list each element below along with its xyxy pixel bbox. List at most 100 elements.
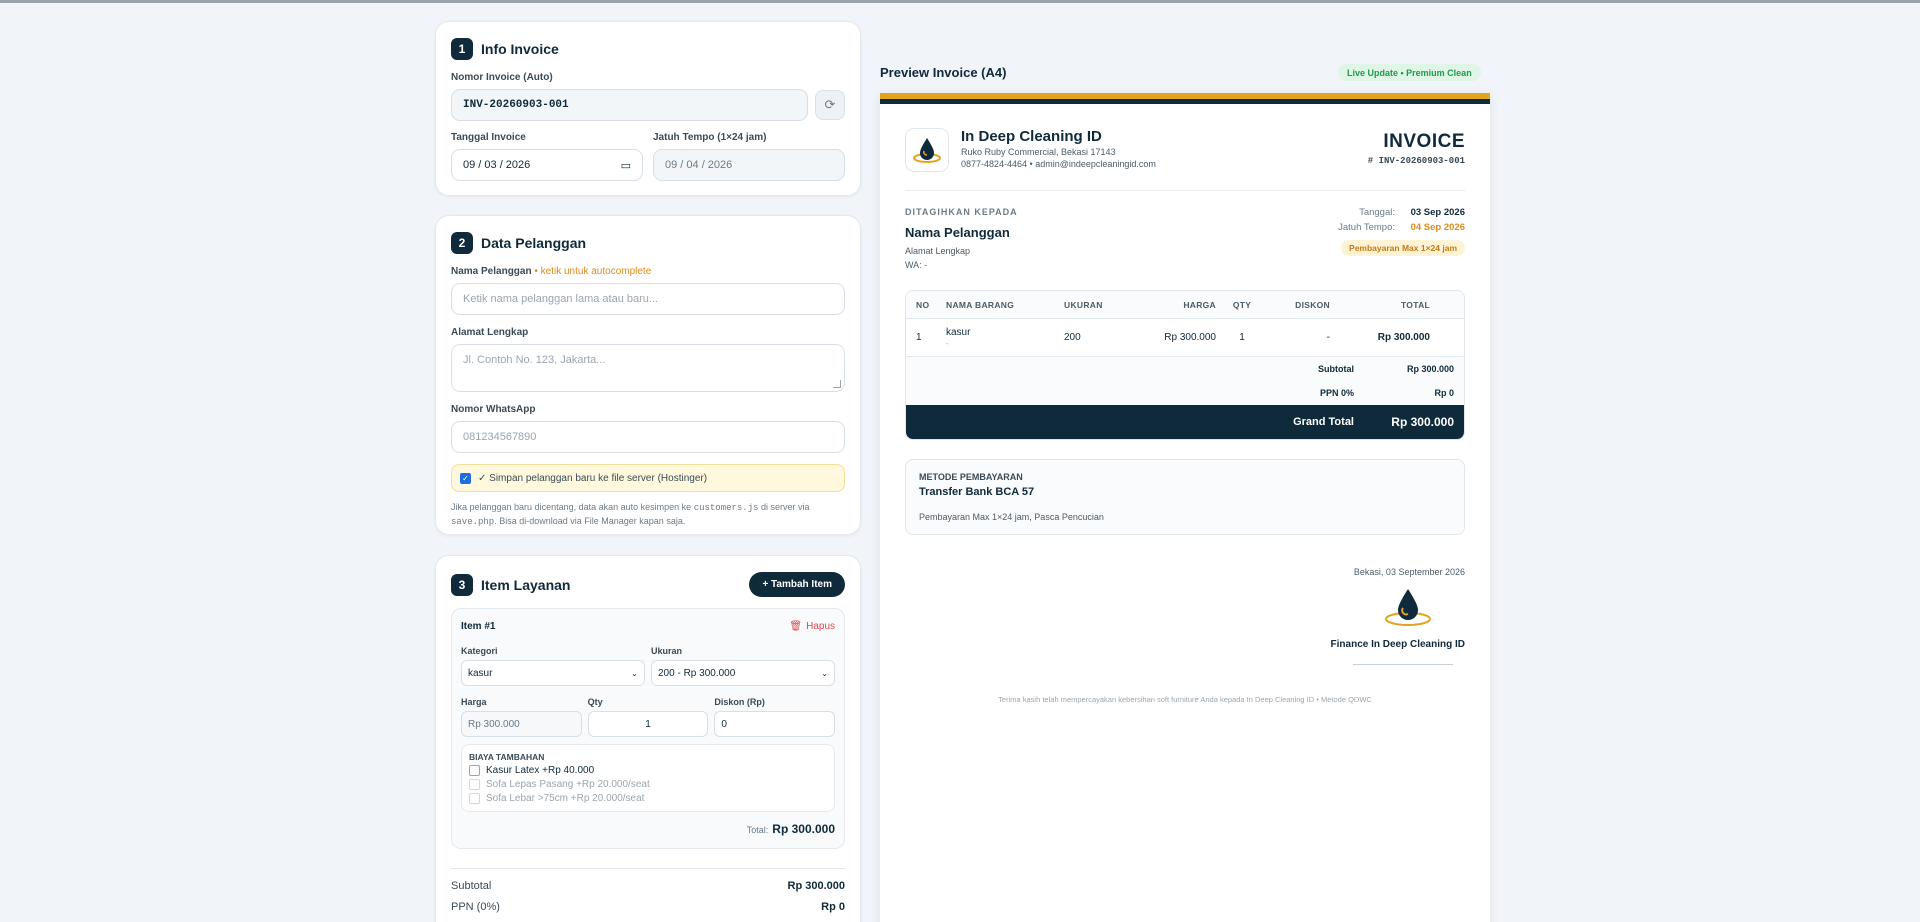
row-discount: - — [1326, 332, 1330, 343]
delete-label: Hapus — [806, 621, 835, 632]
save-note-text: Jika pelanggan baru dicentang, data akan… — [451, 502, 692, 512]
save-note-text: . Bisa di-download via File Manager kapa… — [494, 516, 686, 526]
sign-name: Finance In Deep Cleaning ID — [1330, 639, 1465, 650]
bill-to-name: Nama Pelanggan — [905, 225, 1010, 240]
discount-input[interactable]: 0 — [714, 711, 836, 737]
price-field[interactable]: Rp 300.000 — [461, 711, 582, 737]
company-contact: 0877-4824-4464 • admin@indeepcleaningid.… — [961, 159, 1156, 169]
delete-item-button[interactable]: 🗑 Hapus — [789, 621, 835, 632]
form-summary: Subtotal Rp 300.000 PPN (0%) Rp 0 — [451, 868, 845, 913]
invoice-date-label: Tanggal Invoice — [451, 132, 526, 143]
item-total-label: Total: — [746, 825, 769, 835]
section-number: 3 — [451, 573, 473, 596]
add-item-button[interactable]: + Tambah Item — [749, 572, 845, 597]
company-address: Ruko Ruby Commercial, Bekasi 17143 — [961, 147, 1116, 157]
invoice-date-input[interactable]: 09 / 03 / 2026 ▭ — [451, 149, 643, 181]
category-select[interactable]: kasur ⌄ — [461, 660, 645, 686]
drop-logo-icon — [913, 138, 941, 163]
col-no: NO — [916, 299, 930, 310]
due-value: 04 Sep 2026 — [1410, 222, 1465, 233]
bill-to-section: DITAGIHKAN KEPADA Nama Pelanggan Alamat … — [905, 191, 1465, 270]
subtotal-label: Subtotal — [451, 880, 492, 892]
address-textarea[interactable]: Jl. Contoh No. 123, Jakarta... — [451, 344, 845, 392]
info-invoice-card: 1 Info Invoice Nomor Invoice (Auto) INV-… — [435, 21, 861, 196]
customer-name-input[interactable]: Ketik nama pelanggan lama atau baru... — [451, 283, 845, 315]
col-size: UKURAN — [1064, 299, 1103, 310]
subtotal-value: Rp 300.000 — [787, 880, 845, 892]
items-table: NO NAMA BARANG UKURAN HARGA QTY DISKON T… — [905, 290, 1465, 440]
col-name: NAMA BARANG — [946, 299, 1015, 310]
row-qty: 1 — [1239, 332, 1245, 343]
ppn-row: PPN 0% Rp 0 — [906, 381, 1464, 405]
payment-method: Transfer Bank BCA 57 — [919, 486, 1035, 498]
customer-name-label: Nama Pelanggan • ketik untuk autocomplet… — [451, 266, 845, 277]
calendar-icon[interactable]: ▭ — [621, 159, 631, 172]
item-row: Item #1 🗑 Hapus Kategori kasur ⌄ Ukuran … — [451, 608, 845, 849]
customer-card: 2 Data Pelanggan Nama Pelanggan • ketik … — [435, 215, 861, 535]
section-title: Item Layanan — [481, 576, 571, 593]
signature-logo-icon — [1385, 589, 1431, 626]
section-number: 2 — [451, 232, 473, 254]
invoice-date-value: 09 / 03 / 2026 — [463, 159, 531, 171]
grand-total-row: Grand Total Rp 300.000 — [906, 405, 1464, 439]
size-label: Ukuran — [651, 646, 683, 656]
pv-subtotal-value: Rp 300.000 — [1406, 364, 1454, 374]
category-value: kasur — [468, 667, 493, 679]
section-title: Info Invoice — [481, 41, 559, 57]
invoice-header: In Deep Cleaning ID Ruko Ruby Commercial… — [905, 104, 1465, 191]
bill-to-address: Alamat Lengkap — [905, 246, 971, 256]
live-update-badge: Live Update • Premium Clean — [1338, 64, 1481, 81]
regenerate-number-button[interactable]: ⟳ — [815, 90, 845, 120]
qty-input[interactable]: 1 — [587, 711, 709, 737]
invoice-number-field[interactable]: INV-20260903-001 — [451, 89, 808, 121]
extra-fee-option[interactable]: Sofa Lebar >75cm +Rp 20.000/seat — [469, 793, 827, 804]
extra-fee-label: Sofa Lepas Pasang +Rp 20.000/seat — [486, 779, 650, 790]
ppn-label: PPN (0%) — [451, 901, 500, 913]
save-customer-checkbox[interactable]: ✓ — [460, 472, 471, 484]
pv-ppn-label: PPN 0% — [1319, 388, 1354, 398]
grand-total-value: Rp 300.000 — [1391, 415, 1454, 429]
extra-fees-box: BIAYA TAMBAHAN Kasur Latex +Rp 40.000 So… — [461, 744, 835, 812]
extra-fee-option[interactable]: Sofa Lepas Pasang +Rp 20.000/seat — [469, 779, 827, 790]
payment-label: METODE PEMBAYARAN — [919, 472, 1023, 482]
due-date-field[interactable]: 09 / 04 / 2026 — [653, 149, 845, 181]
preview-title: Preview Invoice (A4) — [880, 65, 1007, 80]
invoice-number: # INV-20260903-001 — [1367, 156, 1465, 166]
info-invoice-header: 1 Info Invoice — [451, 38, 845, 60]
row-size: 200 — [1064, 332, 1081, 343]
extra-fee-label: Sofa Lebar >75cm +Rp 20.000/seat — [486, 793, 645, 804]
items-card: 3 Item Layanan + Tambah Item Item #1 🗑 H… — [435, 555, 861, 922]
item-title: Item #1 — [461, 621, 496, 632]
whatsapp-input[interactable]: 081234567890 — [451, 421, 845, 453]
extra-fee-option[interactable]: Kasur Latex +Rp 40.000 — [469, 765, 827, 776]
customer-header: 2 Data Pelanggan — [451, 232, 845, 254]
company-logo — [905, 128, 949, 172]
bill-to-label: DITAGIHKAN KEPADA — [905, 207, 1018, 217]
customer-name-label-text: Nama Pelanggan — [451, 266, 532, 277]
extra-fees-title: BIAYA TAMBAHAN — [469, 752, 545, 762]
row-no: 1 — [916, 332, 922, 343]
size-select[interactable]: 200 - Rp 300.000 ⌄ — [651, 660, 835, 686]
extra-fee-checkbox[interactable] — [469, 779, 480, 790]
extra-fee-checkbox[interactable] — [469, 765, 480, 776]
autocomplete-hint: • ketik untuk autocomplete — [534, 266, 652, 277]
save-customer-label: ✓ Simpan pelanggan baru ke file server (… — [478, 472, 708, 484]
table-row: 1 kasur - 200 Rp 300.000 1 - Rp 300.000 — [906, 319, 1464, 357]
extra-fee-checkbox[interactable] — [469, 793, 480, 804]
section-title: Data Pelanggan — [481, 235, 587, 251]
qty-label: Qty — [587, 697, 603, 707]
save-customer-option[interactable]: ✓ ✓ Simpan pelanggan baru ke file server… — [451, 464, 845, 492]
table-header: NO NAMA BARANG UKURAN HARGA QTY DISKON T… — [906, 291, 1464, 319]
size-value: 200 - Rp 300.000 — [658, 667, 736, 679]
pv-subtotal-label: Subtotal — [1318, 364, 1354, 374]
section-number: 1 — [451, 38, 473, 60]
save-note-text: di server via — [761, 502, 810, 512]
chevron-down-icon: ⌄ — [631, 668, 638, 678]
invoice-number-label: Nomor Invoice (Auto) — [451, 72, 553, 83]
item-total-value: Rp 300.000 — [772, 822, 835, 836]
invoice-footer: Terima kasih telah mempercayakan kebersi… — [998, 695, 1372, 704]
extra-fee-label: Kasur Latex +Rp 40.000 — [486, 765, 595, 776]
row-total: Rp 300.000 — [1377, 332, 1430, 343]
items-header: 3 Item Layanan + Tambah Item — [451, 572, 845, 597]
discount-label: Diskon (Rp) — [714, 697, 765, 707]
